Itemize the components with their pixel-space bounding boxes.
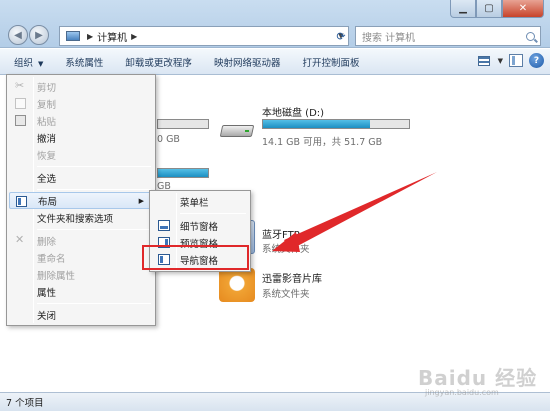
back-button[interactable]: ◀ xyxy=(8,25,28,45)
menu-separator xyxy=(37,166,151,167)
menu-item-paste[interactable]: 粘贴 xyxy=(9,112,153,129)
menu-item-properties[interactable]: 属性 xyxy=(9,283,153,300)
maximize-button[interactable]: ▢ xyxy=(476,0,502,18)
xunlei-library-type: 系统文件夹 xyxy=(262,289,310,300)
chevron-down-icon: ▼ xyxy=(38,59,44,68)
title-bar: ▁ ▢ ✕ ◀ ▶ ▶ 计算机 ▶ ▼ ⟳ 搜索 计算机 xyxy=(0,0,550,48)
organize-button[interactable]: 组织 ▼ xyxy=(0,55,54,69)
menu-item-label: 文件夹和搜索选项 xyxy=(37,213,114,225)
menu-item-label: 删除属性 xyxy=(37,270,76,282)
menu-item-label: 删除 xyxy=(37,236,57,248)
organize-label: 组织 xyxy=(14,57,34,69)
search-icon[interactable] xyxy=(526,31,535,41)
organize-menu: 剪切 复制 粘贴 撤消 恢复 全选 布局 ▶ 文件夹和搜索选项 删除 重命名 删除… xyxy=(6,74,156,326)
menu-item-label: 关闭 xyxy=(37,310,57,322)
caption-buttons: ▁ ▢ ✕ xyxy=(450,0,544,18)
search-input[interactable]: 搜索 计算机 xyxy=(355,26,541,46)
cut-icon xyxy=(15,79,26,92)
open-control-panel-button[interactable]: 打开控制面板 xyxy=(291,55,370,69)
xunlei-library-icon[interactable] xyxy=(219,268,255,302)
drive-e-usage-bar xyxy=(157,168,209,178)
layout-icon xyxy=(16,196,27,207)
menu-item-label: 属性 xyxy=(37,287,57,299)
menu-item-remove-properties[interactable]: 删除属性 xyxy=(9,266,153,283)
command-bar: 组织 ▼ 系统属性 卸载或更改程序 映射网络驱动器 打开控制面板 ▼ ? xyxy=(0,49,550,75)
menu-item-redo[interactable]: 恢复 xyxy=(9,146,153,163)
bluetooth-ftp-name[interactable]: 蓝牙FTP xyxy=(262,226,300,241)
menu-item-folder-options[interactable]: 文件夹和搜索选项 xyxy=(9,209,153,226)
menu-item-cut[interactable]: 剪切 xyxy=(9,78,153,95)
submenu-item-label: 菜单栏 xyxy=(180,197,209,209)
drive-d-name[interactable]: 本地磁盘 (D:) xyxy=(262,104,324,119)
uninstall-program-button[interactable]: 卸载或更改程序 xyxy=(114,55,203,69)
submenu-item-details-pane[interactable]: 细节窗格 xyxy=(152,217,248,234)
computer-icon xyxy=(66,31,80,41)
drive-d-usage-bar xyxy=(262,119,410,129)
drive-e-usage-fill xyxy=(158,169,208,177)
copy-icon xyxy=(15,98,26,109)
breadcrumb-separator-icon[interactable]: ▶ xyxy=(87,32,93,41)
highlight-box xyxy=(142,245,249,270)
menu-item-label: 布局 xyxy=(38,196,58,208)
watermark-url: jingyan.baidu.com xyxy=(425,388,499,397)
hard-drive-icon[interactable] xyxy=(219,117,255,141)
drive-d-info: 14.1 GB 可用，共 51.7 GB xyxy=(262,137,383,148)
submenu-item-menubar[interactable]: 菜单栏 xyxy=(152,193,248,210)
menu-item-layout[interactable]: 布局 ▶ xyxy=(9,192,153,209)
explorer-window: ▁ ▢ ✕ ◀ ▶ ▶ 计算机 ▶ ▼ ⟳ 搜索 计算机 组织 ▼ 系统属性 卸载… xyxy=(0,0,550,411)
system-properties-button[interactable]: 系统属性 xyxy=(54,55,114,69)
menu-item-delete[interactable]: 删除 xyxy=(9,232,153,249)
menu-item-label: 全选 xyxy=(37,173,57,185)
submenu-item-label: 细节窗格 xyxy=(180,221,219,233)
preview-pane-icon[interactable] xyxy=(509,54,523,67)
forward-button[interactable]: ▶ xyxy=(29,25,49,45)
close-button[interactable]: ✕ xyxy=(502,0,544,18)
menu-item-rename[interactable]: 重命名 xyxy=(9,249,153,266)
bluetooth-ftp-type: 系统文件夹 xyxy=(262,244,310,255)
menu-item-label: 撤消 xyxy=(37,133,57,145)
breadcrumb-computer[interactable]: 计算机 xyxy=(97,29,127,44)
paste-icon xyxy=(15,115,26,126)
help-icon[interactable]: ? xyxy=(529,53,544,68)
menu-item-select-all[interactable]: 全选 xyxy=(9,169,153,186)
view-dropdown-icon[interactable]: ▼ xyxy=(498,57,503,65)
submenu-arrow-icon: ▶ xyxy=(138,196,144,205)
menu-item-label: 恢复 xyxy=(37,150,57,162)
view-controls: ▼ ? xyxy=(476,53,544,68)
refresh-icon[interactable]: ⟳ xyxy=(332,26,350,46)
breadcrumb-separator-icon[interactable]: ▶ xyxy=(131,32,137,41)
menu-separator xyxy=(37,189,151,190)
menu-item-close[interactable]: 关闭 xyxy=(9,306,153,323)
address-bar[interactable]: ▶ 计算机 ▶ ▼ xyxy=(59,26,349,46)
menu-item-label: 复制 xyxy=(37,99,57,111)
map-network-drive-button[interactable]: 映射网络驱动器 xyxy=(203,55,292,69)
details-pane-icon xyxy=(158,220,170,231)
baidu-watermark: Baidu 经验 xyxy=(418,366,538,390)
change-view-button[interactable] xyxy=(476,54,492,68)
xunlei-library-name[interactable]: 迅雷影音片库 xyxy=(262,270,322,285)
drive-d-usage-fill xyxy=(263,120,370,128)
menu-item-label: 剪切 xyxy=(37,82,57,94)
minimize-button[interactable]: ▁ xyxy=(450,0,476,18)
menu-item-label: 粘贴 xyxy=(37,116,57,128)
drive-c-usage-bar xyxy=(157,119,209,129)
search-placeholder: 搜索 计算机 xyxy=(362,32,416,44)
item-count: 7 个项目 xyxy=(6,398,44,409)
menu-item-label: 重命名 xyxy=(37,253,66,265)
menu-separator xyxy=(37,229,151,230)
menu-item-undo[interactable]: 撤消 xyxy=(9,129,153,146)
submenu-separator xyxy=(180,213,246,214)
menu-separator xyxy=(37,303,151,304)
delete-icon xyxy=(15,233,26,246)
menu-item-copy[interactable]: 复制 xyxy=(9,95,153,112)
drive-c-info: 0 GB xyxy=(157,134,180,145)
view-list-icon xyxy=(477,55,490,66)
